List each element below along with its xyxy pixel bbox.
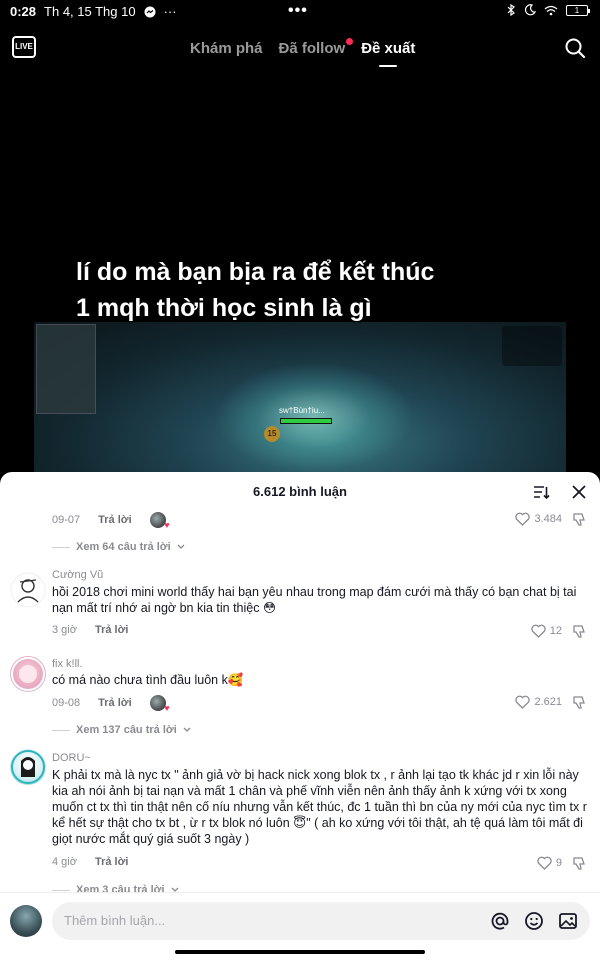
mention-icon[interactable] xyxy=(490,911,510,931)
search-icon[interactable] xyxy=(564,37,586,59)
comments-header: 6.612 bình luận xyxy=(0,472,600,512)
like-button[interactable]: 12 xyxy=(531,624,562,638)
heart-outline-icon xyxy=(531,624,546,638)
creator-liked-avatar: ♥ xyxy=(149,512,170,530)
avatar-image xyxy=(11,657,45,691)
comment-username[interactable]: Cường Vũ xyxy=(52,569,103,581)
like-button[interactable]: 2.621 xyxy=(515,695,562,709)
comment-input[interactable]: Thêm bình luận... xyxy=(52,902,590,940)
divider xyxy=(52,729,70,731)
battery-level: 1 xyxy=(574,5,580,15)
dislike-icon[interactable] xyxy=(572,856,588,871)
avatar[interactable] xyxy=(10,749,46,785)
view-replies-button[interactable]: Xem 64 câu trả lời xyxy=(52,541,185,553)
status-bar: 0:28 Th 4, 15 Thg 10 ··· ••• 1 xyxy=(0,0,600,24)
home-indicator xyxy=(175,950,425,954)
messenger-icon xyxy=(144,6,156,17)
top-nav: LIVE Khám phá Đã follow Đề xuất xyxy=(0,30,600,70)
tab-following[interactable]: Đã follow xyxy=(278,38,354,57)
game-hud xyxy=(502,326,562,366)
video-caption: lí do mà bạn bịa ra để kết thúc 1 mqh th… xyxy=(76,258,435,322)
divider xyxy=(52,546,70,548)
tab-explore[interactable]: Khám phá xyxy=(190,40,263,57)
tab-label: Khám phá xyxy=(190,40,263,57)
reply-button[interactable]: Trả lời xyxy=(98,514,132,526)
comment-meta: 4 giờ Trả lời xyxy=(52,856,128,868)
tab-label: Đã follow xyxy=(278,40,346,57)
comment-meta: 3 giờ Trả lời xyxy=(52,624,128,636)
notification-dot xyxy=(346,38,354,45)
moon-icon xyxy=(524,4,536,16)
comment-username[interactable]: fix k!ll. xyxy=(52,658,83,670)
avatar-image xyxy=(11,750,45,784)
reply-button[interactable]: Trả lời xyxy=(95,856,129,868)
heart-icon: ♥ xyxy=(164,703,170,713)
sort-icon[interactable] xyxy=(532,483,550,501)
heart-outline-icon xyxy=(537,856,552,870)
like-count: 3.484 xyxy=(534,513,562,525)
wifi-icon xyxy=(544,5,558,15)
view-replies-button[interactable]: Xem 137 câu trả lời xyxy=(52,724,191,736)
tab-for-you[interactable]: Đề xuất xyxy=(361,40,416,67)
tab-label: Đề xuất xyxy=(361,40,416,57)
dislike-icon[interactable] xyxy=(572,695,588,710)
video-frame: sw†Bùn†iu... 15 xyxy=(34,322,566,472)
comments-sheet: 6.612 bình luận 09-07 Trả lời ♥ 3.484 Xe… xyxy=(0,472,600,960)
like-count: 9 xyxy=(555,857,562,869)
like-button[interactable]: 9 xyxy=(537,856,562,870)
heart-outline-icon xyxy=(515,695,531,709)
more-status-icon: ··· xyxy=(163,4,177,19)
comment-time: 09-08 xyxy=(52,697,81,709)
game-effect xyxy=(214,362,414,472)
creator-liked-avatar: ♥ xyxy=(149,695,170,713)
like-count: 2.621 xyxy=(534,696,562,708)
reply-button[interactable]: Trả lời xyxy=(98,697,132,709)
comment-meta: 09-08 Trả lời ♥ xyxy=(52,695,170,713)
bluetooth-icon xyxy=(507,4,515,16)
player-name: sw†Bùn†iu... xyxy=(279,406,325,415)
comment-time: 3 giờ xyxy=(52,624,77,636)
comment-username[interactable]: DORU~ xyxy=(52,752,91,764)
heart-icon: ♥ xyxy=(164,520,170,530)
comment-time: 4 giờ xyxy=(52,856,77,868)
feed-tabs: Khám phá Đã follow Đề xuất xyxy=(190,38,416,67)
comments-count-title: 6.612 bình luận xyxy=(253,484,347,499)
comment-time: 09-07 xyxy=(52,514,81,526)
chevron-down-icon xyxy=(183,727,191,732)
battery-icon: 1 xyxy=(566,4,590,16)
player-level: 15 xyxy=(264,426,280,442)
comment-meta: 09-07 Trả lời ♥ xyxy=(52,512,170,530)
dislike-icon[interactable] xyxy=(572,512,588,527)
view-replies-label: Xem 64 câu trả lời xyxy=(76,541,171,553)
comment-text: K phải tx mà là nyc tx " ảnh giả vờ bị h… xyxy=(52,768,587,846)
reply-button[interactable]: Trả lời xyxy=(95,624,129,636)
avatar[interactable] xyxy=(10,572,46,608)
avatar-image xyxy=(10,572,46,608)
divider xyxy=(52,889,70,891)
live-button[interactable]: LIVE xyxy=(12,36,36,58)
status-center-dots: ••• xyxy=(288,2,308,19)
emoji-icon[interactable] xyxy=(524,911,544,931)
image-icon[interactable] xyxy=(558,911,578,931)
status-date: Th 4, 15 Thg 10 xyxy=(44,4,136,19)
status-time: 0:28 xyxy=(10,4,37,19)
game-minimap xyxy=(36,324,96,414)
close-icon[interactable] xyxy=(570,483,588,501)
view-replies-label: Xem 137 câu trả lời xyxy=(76,724,177,736)
video-player[interactable]: sw†Bùn†iu... 15 lí do mà bạn bịa ra để k… xyxy=(0,72,600,472)
comment-input-placeholder: Thêm bình luận... xyxy=(64,913,166,928)
live-label: LIVE xyxy=(15,42,33,51)
comment-text: có má nào chưa tình đầu luôn k🥰 xyxy=(52,673,244,687)
comment-text: hồi 2018 chơi mini world thấy hai bạn yê… xyxy=(52,585,577,615)
heart-outline-icon xyxy=(515,512,531,526)
avatar[interactable] xyxy=(10,656,46,692)
my-avatar xyxy=(10,905,42,937)
player-hp-bar xyxy=(280,418,332,424)
chevron-down-icon xyxy=(177,544,185,549)
like-count: 12 xyxy=(549,625,562,637)
like-button[interactable]: 3.484 xyxy=(515,512,562,526)
dislike-icon[interactable] xyxy=(572,624,588,639)
